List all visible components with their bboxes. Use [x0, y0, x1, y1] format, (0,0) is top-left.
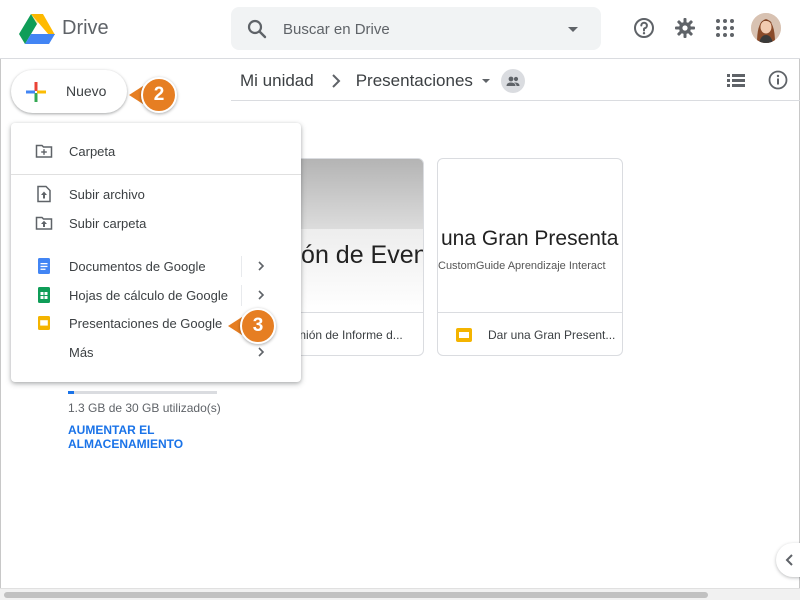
breadcrumb: Mi unidad Presentaciones — [240, 69, 525, 93]
step-callout-3: 3 — [240, 308, 276, 344]
chevron-left-icon — [785, 554, 793, 566]
app-name[interactable]: Drive — [62, 17, 109, 40]
info-icon[interactable] — [767, 69, 789, 91]
file-thumbnail: una Gran Presenta CustomGuide Aprendizaj… — [438, 159, 622, 312]
menu-separator — [241, 285, 242, 306]
menu-item-label: Más — [69, 345, 94, 360]
menu-item-label: Documentos de Google — [69, 259, 206, 274]
chevron-right-icon[interactable] — [254, 288, 268, 302]
google-sheets-icon — [38, 287, 50, 303]
search-box[interactable] — [231, 7, 601, 50]
search-input[interactable] — [283, 19, 543, 39]
step-callout-2: 2 — [141, 77, 177, 113]
settings-icon[interactable] — [673, 16, 697, 40]
menu-item-upload-file[interactable]: Subir archivo — [11, 180, 301, 209]
help-icon[interactable] — [632, 16, 656, 40]
shared-folder-badge[interactable] — [500, 69, 525, 93]
menu-item-label: Subir archivo — [69, 187, 145, 202]
chevron-right-icon — [332, 74, 341, 88]
toolbar-divider — [231, 100, 800, 101]
breadcrumb-root[interactable]: Mi unidad — [240, 71, 314, 91]
search-icon[interactable] — [245, 17, 269, 41]
list-view-icon[interactable] — [725, 69, 747, 91]
menu-item-label: Hojas de cálculo de Google — [69, 288, 228, 303]
storage-meter — [68, 391, 217, 394]
drive-logo-icon[interactable] — [18, 13, 56, 45]
file-footer: Dar una Gran Present... — [438, 312, 622, 355]
menu-item-google-docs[interactable]: Documentos de Google — [11, 252, 301, 281]
menu-item-upload-folder[interactable]: Subir carpeta — [11, 209, 301, 238]
file-card[interactable]: una Gran Presenta CustomGuide Aprendizaj… — [437, 158, 623, 356]
thumbnail-title: ción de Evento — [283, 241, 423, 269]
google-docs-icon — [38, 258, 50, 274]
chevron-right-icon[interactable] — [254, 259, 268, 273]
new-button-label: Nuevo — [66, 83, 107, 99]
new-button[interactable]: Nuevo — [11, 70, 127, 113]
apps-grid-icon[interactable] — [713, 16, 737, 40]
menu-item-folder[interactable]: Carpeta — [11, 137, 301, 166]
google-slides-icon — [38, 316, 50, 330]
menu-item-label: Subir carpeta — [69, 216, 147, 231]
user-photo-icon — [751, 13, 781, 43]
storage-meter-fill — [68, 391, 75, 394]
scrollbar-thumb[interactable] — [4, 592, 708, 598]
chevron-right-icon[interactable] — [254, 345, 268, 359]
menu-divider — [11, 174, 301, 175]
people-icon — [506, 76, 520, 86]
top-bar: Drive — [0, 0, 800, 59]
search-options-icon[interactable] — [563, 19, 583, 39]
file-upload-icon — [37, 185, 51, 203]
menu-item-label: Carpeta — [69, 144, 116, 159]
new-folder-icon — [35, 144, 53, 158]
breadcrumb-current[interactable]: Presentaciones — [356, 71, 473, 91]
storage-usage-text: 1.3 GB de 30 GB utilizado(s) — [68, 401, 221, 415]
thumbnail-title: una Gran Presenta — [441, 227, 619, 250]
folder-dropdown-icon[interactable] — [479, 74, 493, 88]
menu-separator — [241, 256, 242, 277]
folder-upload-icon — [35, 216, 53, 230]
menu-item-label: Presentaciones de Google — [69, 316, 223, 331]
menu-item-google-sheets[interactable]: Hojas de cálculo de Google — [11, 281, 301, 310]
file-name: eunión de Informe d... — [286, 328, 403, 342]
upgrade-storage-link[interactable]: AUMENTAR EL ALMACENAMIENTO — [68, 423, 208, 451]
file-name: Dar una Gran Present... — [488, 328, 616, 342]
thumbnail-subtitle: CustomGuide Aprendizaje Interact — [438, 260, 606, 272]
horizontal-scrollbar[interactable] — [0, 588, 800, 600]
plus-icon — [26, 82, 46, 102]
account-avatar[interactable] — [751, 13, 781, 43]
google-slides-icon — [456, 328, 472, 342]
